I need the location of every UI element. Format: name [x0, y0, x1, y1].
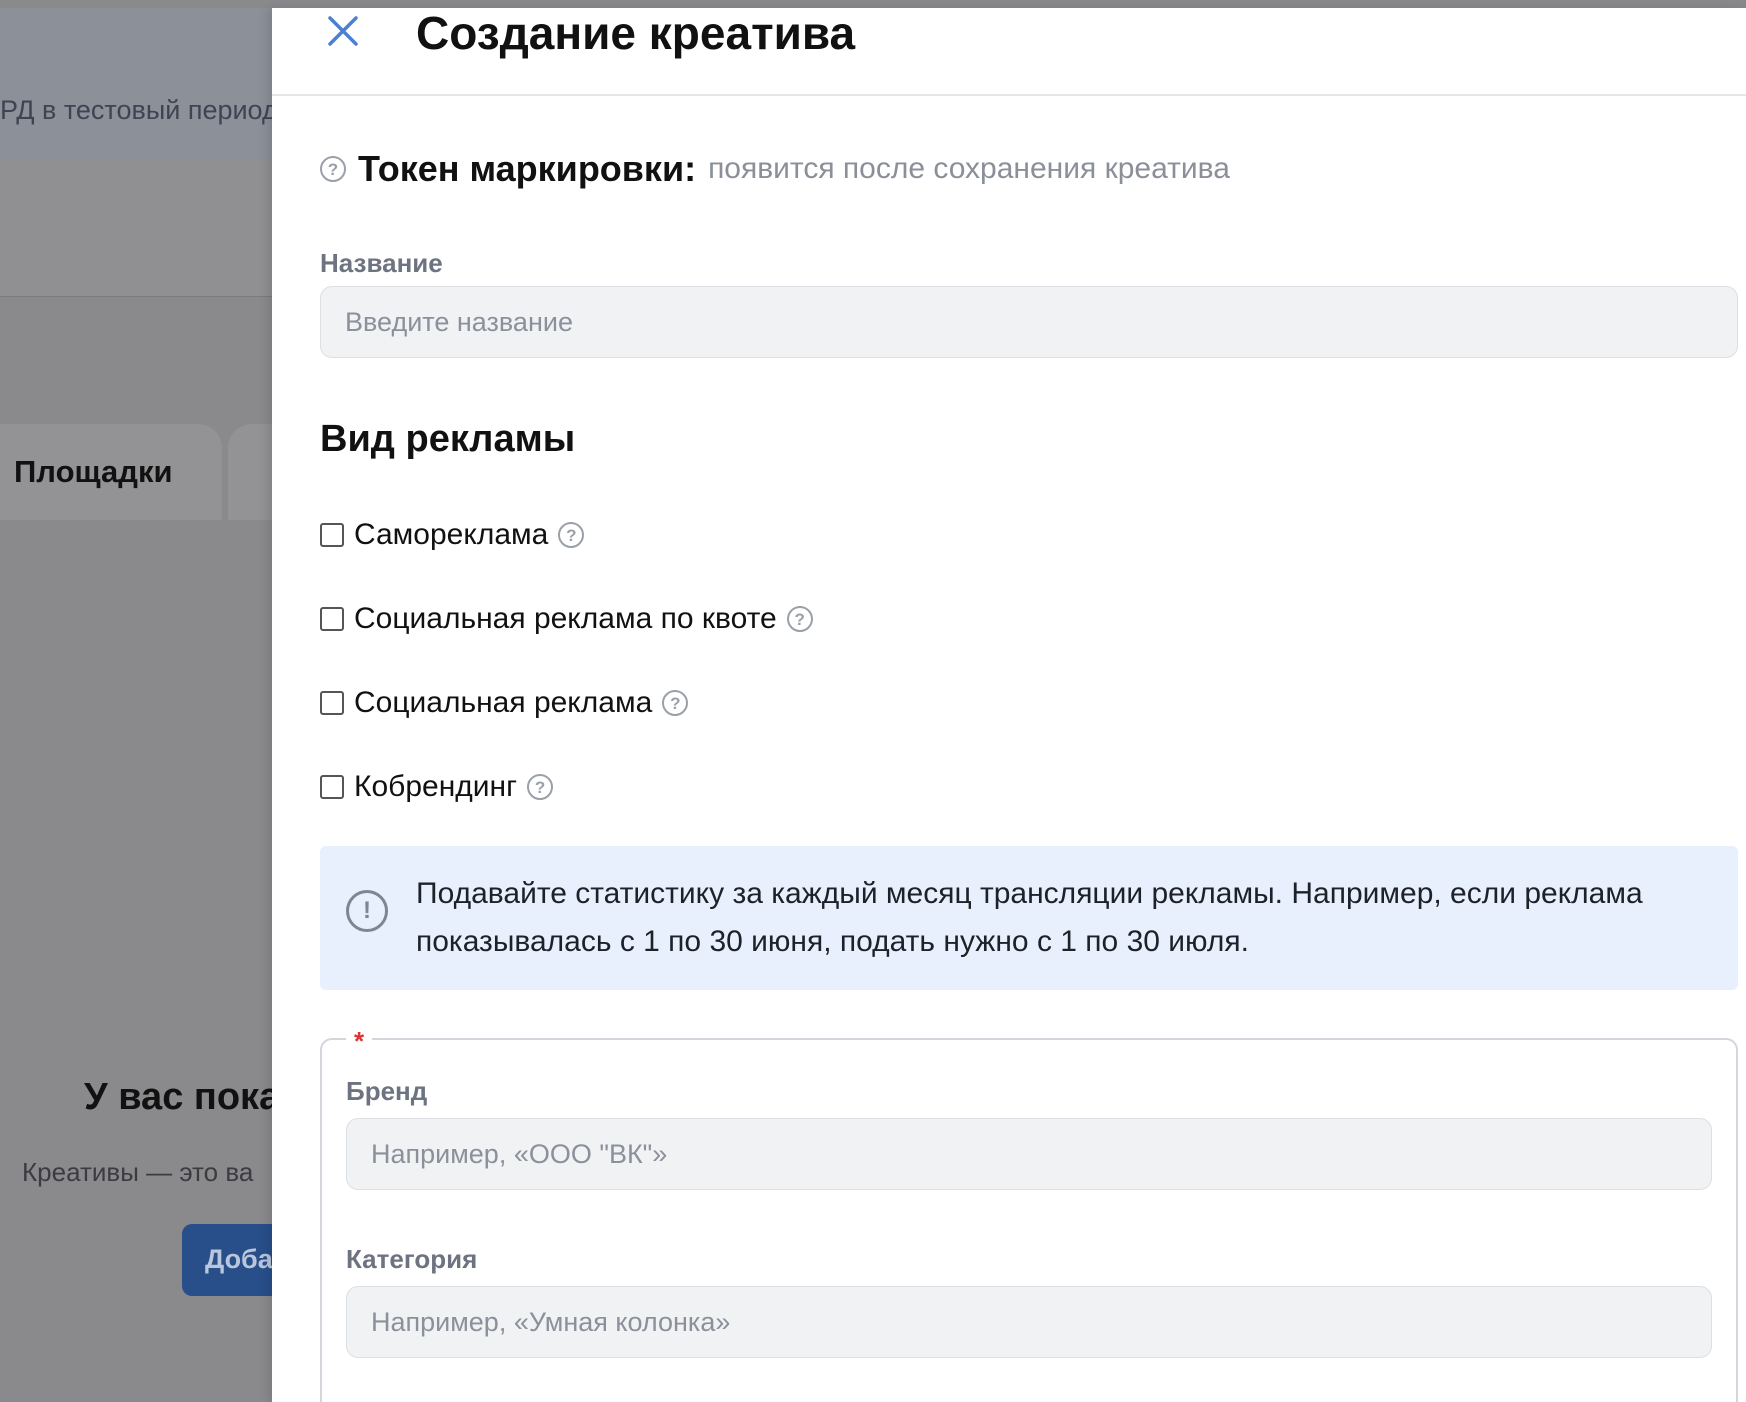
question-icon[interactable]: ?: [558, 522, 585, 548]
category-input[interactable]: [346, 1286, 1712, 1358]
statistics-info-banner: ! Подавайте статистику за каждый месяц т…: [320, 846, 1738, 990]
create-creative-panel: Создание креатива ? Токен маркировки: по…: [272, 7, 1746, 1402]
background-banner: [0, 8, 300, 160]
self-ad-label[interactable]: Самореклама: [354, 518, 548, 552]
social-ad-label[interactable]: Социальная реклама: [354, 686, 652, 720]
self-ad-checkbox[interactable]: [320, 523, 344, 547]
required-mark: *: [346, 1026, 373, 1057]
cobranding-label[interactable]: Кобрендинг: [354, 770, 517, 804]
brand-input[interactable]: [346, 1118, 1712, 1190]
marking-token-row: ? Токен маркировки: появится после сохра…: [320, 148, 1230, 190]
ad-type-title: Вид рекламы: [320, 418, 576, 460]
category-label: Категория: [346, 1244, 478, 1274]
social-ad-quota-checkbox[interactable]: [320, 607, 344, 631]
panel-title: Создание креатива: [416, 7, 856, 59]
background-empty-title: У вас пока: [84, 1076, 281, 1118]
checkbox-row-self-ad: Самореклама ?: [320, 518, 585, 552]
social-ad-checkbox[interactable]: [320, 691, 344, 715]
background-banner-text: РД в тестовый период: [0, 95, 278, 125]
background-empty-subtitle: Креативы — это ва: [22, 1157, 254, 1187]
close-icon: [328, 16, 358, 46]
statistics-info-text: Подавайте статистику за каждый месяц тра…: [416, 877, 1643, 958]
background-tab-label: Площадки: [14, 454, 173, 489]
question-icon[interactable]: ?: [662, 690, 689, 716]
question-icon[interactable]: ?: [320, 156, 346, 182]
exclamation-icon: !: [346, 890, 388, 932]
brand-category-group: * Бренд Категория: [320, 1026, 1738, 1402]
name-input[interactable]: [320, 286, 1738, 358]
background-band: [0, 160, 300, 296]
panel-header: Создание креатива: [272, 7, 1746, 96]
checkbox-row-social-ad: Социальная реклама ?: [320, 686, 689, 720]
marking-token-value: появится после сохранения креатива: [708, 152, 1230, 185]
cobranding-checkbox[interactable]: [320, 775, 344, 799]
name-label: Название: [320, 248, 443, 278]
close-button[interactable]: [324, 10, 364, 50]
checkbox-row-cobranding: Кобрендинг ?: [320, 770, 554, 804]
brand-label: Бренд: [346, 1076, 428, 1106]
marking-token-label: Токен маркировки:: [358, 148, 697, 189]
question-icon[interactable]: ?: [786, 606, 813, 632]
checkbox-row-social-ad-quota: Социальная реклама по квоте ?: [320, 602, 813, 636]
question-icon[interactable]: ?: [527, 774, 554, 800]
background-divider: [0, 296, 300, 297]
social-ad-quota-label[interactable]: Социальная реклама по квоте: [354, 602, 777, 636]
